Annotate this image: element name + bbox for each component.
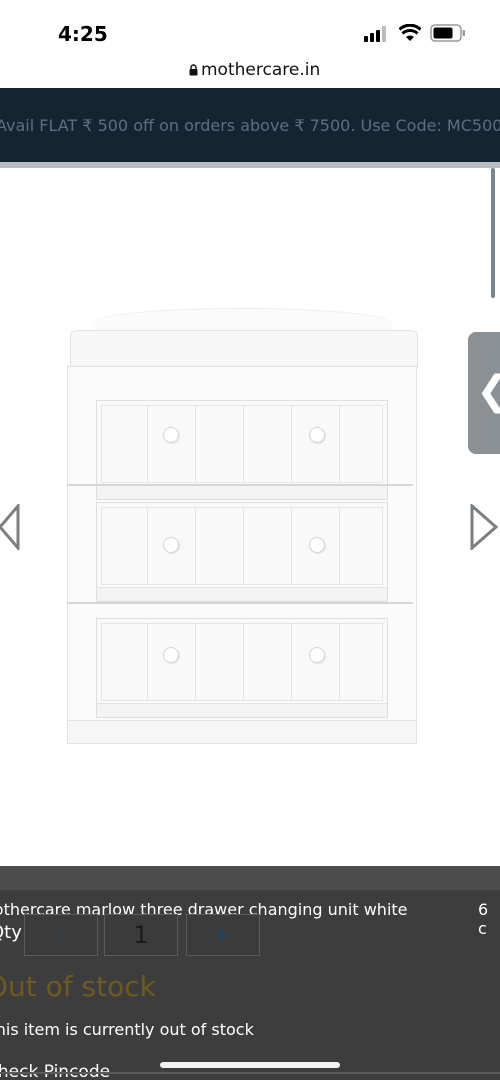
out-of-stock-label: Out of stock <box>0 970 156 1003</box>
quantity-label: Qty <box>0 922 22 943</box>
battery-icon <box>430 24 465 42</box>
check-pincode-label[interactable]: Check Pincode <box>0 1062 110 1080</box>
drawer-gap <box>67 484 413 486</box>
product-gallery[interactable]: ❮ <box>0 168 500 868</box>
status-bar: 4:25 <box>0 0 500 56</box>
promo-banner[interactable]: Avail FLAT ₹ 500 off on orders above ₹ 7… <box>0 88 500 162</box>
home-indicator[interactable] <box>160 1062 340 1068</box>
quantity-input[interactable]: 1 <box>104 914 178 956</box>
knob <box>163 537 179 553</box>
stock-message: This item is currently out of stock <box>0 1020 254 1039</box>
next-image-arrow[interactable] <box>470 504 498 550</box>
status-time: 4:25 <box>58 22 108 46</box>
drawer-gap <box>67 602 413 604</box>
knob <box>163 427 179 443</box>
panel-header-bar <box>0 866 500 890</box>
previous-image-arrow[interactable] <box>0 504 20 550</box>
promo-text: Avail FLAT ₹ 500 off on orders above ₹ 7… <box>0 116 500 135</box>
unit-plinth <box>67 720 417 744</box>
pincode-input-underline[interactable] <box>0 1072 500 1074</box>
product-info-panel: Mothercare marlow three drawer changing … <box>0 866 500 1080</box>
drawer <box>96 502 388 602</box>
chevron-left-icon[interactable]: ❮ <box>476 368 500 414</box>
increment-quantity-button[interactable]: + <box>186 914 260 956</box>
changing-top <box>70 330 418 368</box>
decrement-quantity-button[interactable]: - <box>24 914 98 956</box>
drawer <box>96 618 388 718</box>
knob <box>163 647 179 663</box>
scrollbar[interactable] <box>491 168 495 298</box>
cellular-signal-icon <box>364 26 386 42</box>
lock-icon <box>189 64 198 76</box>
wifi-icon <box>399 24 421 41</box>
knob <box>309 427 325 443</box>
knob <box>309 647 325 663</box>
knob <box>309 537 325 553</box>
url-text[interactable]: mothercare.in <box>201 60 320 80</box>
product-price: 6 c <box>478 900 489 938</box>
